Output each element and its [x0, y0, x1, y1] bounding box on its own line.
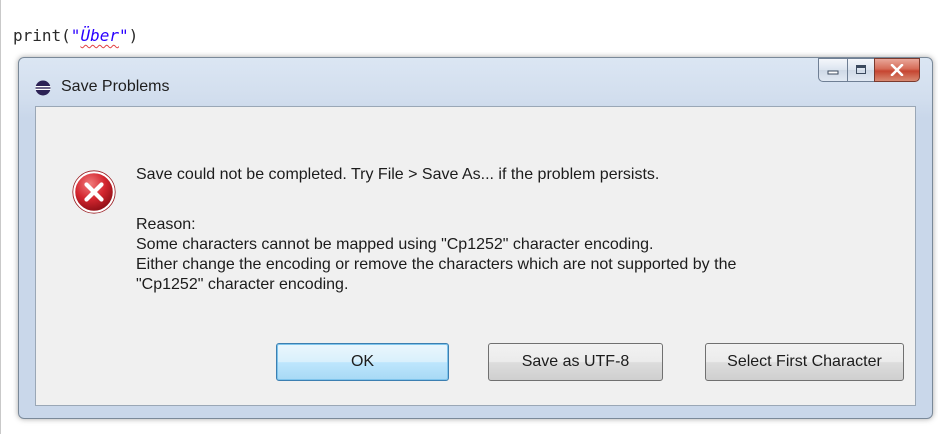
code-quote-close: "	[118, 26, 129, 45]
code-line[interactable]: print("Über")	[13, 26, 138, 45]
caption-buttons	[818, 58, 920, 86]
reason-label: Reason:	[136, 216, 196, 233]
code-quote-open: "	[70, 26, 81, 45]
error-message: Save could not be completed. Try File > …	[136, 166, 660, 183]
select-first-character-button[interactable]: Select First Character	[705, 343, 904, 381]
reason-line: "Cp1252" character encoding.	[136, 276, 349, 293]
error-reason: Reason: Some characters cannot be mapped…	[136, 215, 906, 295]
error-icon	[72, 170, 116, 214]
dialog-title: Save Problems	[61, 78, 170, 95]
eclipse-icon	[35, 80, 51, 96]
minimize-icon	[827, 70, 839, 75]
minimize-button[interactable]	[818, 58, 847, 82]
code-suffix: )	[128, 26, 139, 45]
dialog-titlebar[interactable]: Save Problems	[19, 58, 932, 110]
maximize-icon	[856, 65, 866, 74]
ok-button[interactable]: OK	[276, 343, 449, 381]
save-as-utf8-button[interactable]: Save as UTF-8	[488, 343, 663, 381]
close-icon	[890, 64, 904, 76]
dialog-content: Save could not be completed. Try File > …	[35, 106, 916, 406]
code-string-literal: Über	[80, 26, 119, 45]
maximize-button[interactable]	[847, 58, 874, 82]
close-button[interactable]	[874, 58, 920, 82]
reason-line: Some characters cannot be mapped using "…	[136, 236, 654, 253]
reason-line: Either change the encoding or remove the…	[136, 256, 737, 273]
code-prefix: print(	[13, 26, 71, 45]
save-problems-dialog: Save Problems Save could not be complete…	[18, 57, 933, 419]
